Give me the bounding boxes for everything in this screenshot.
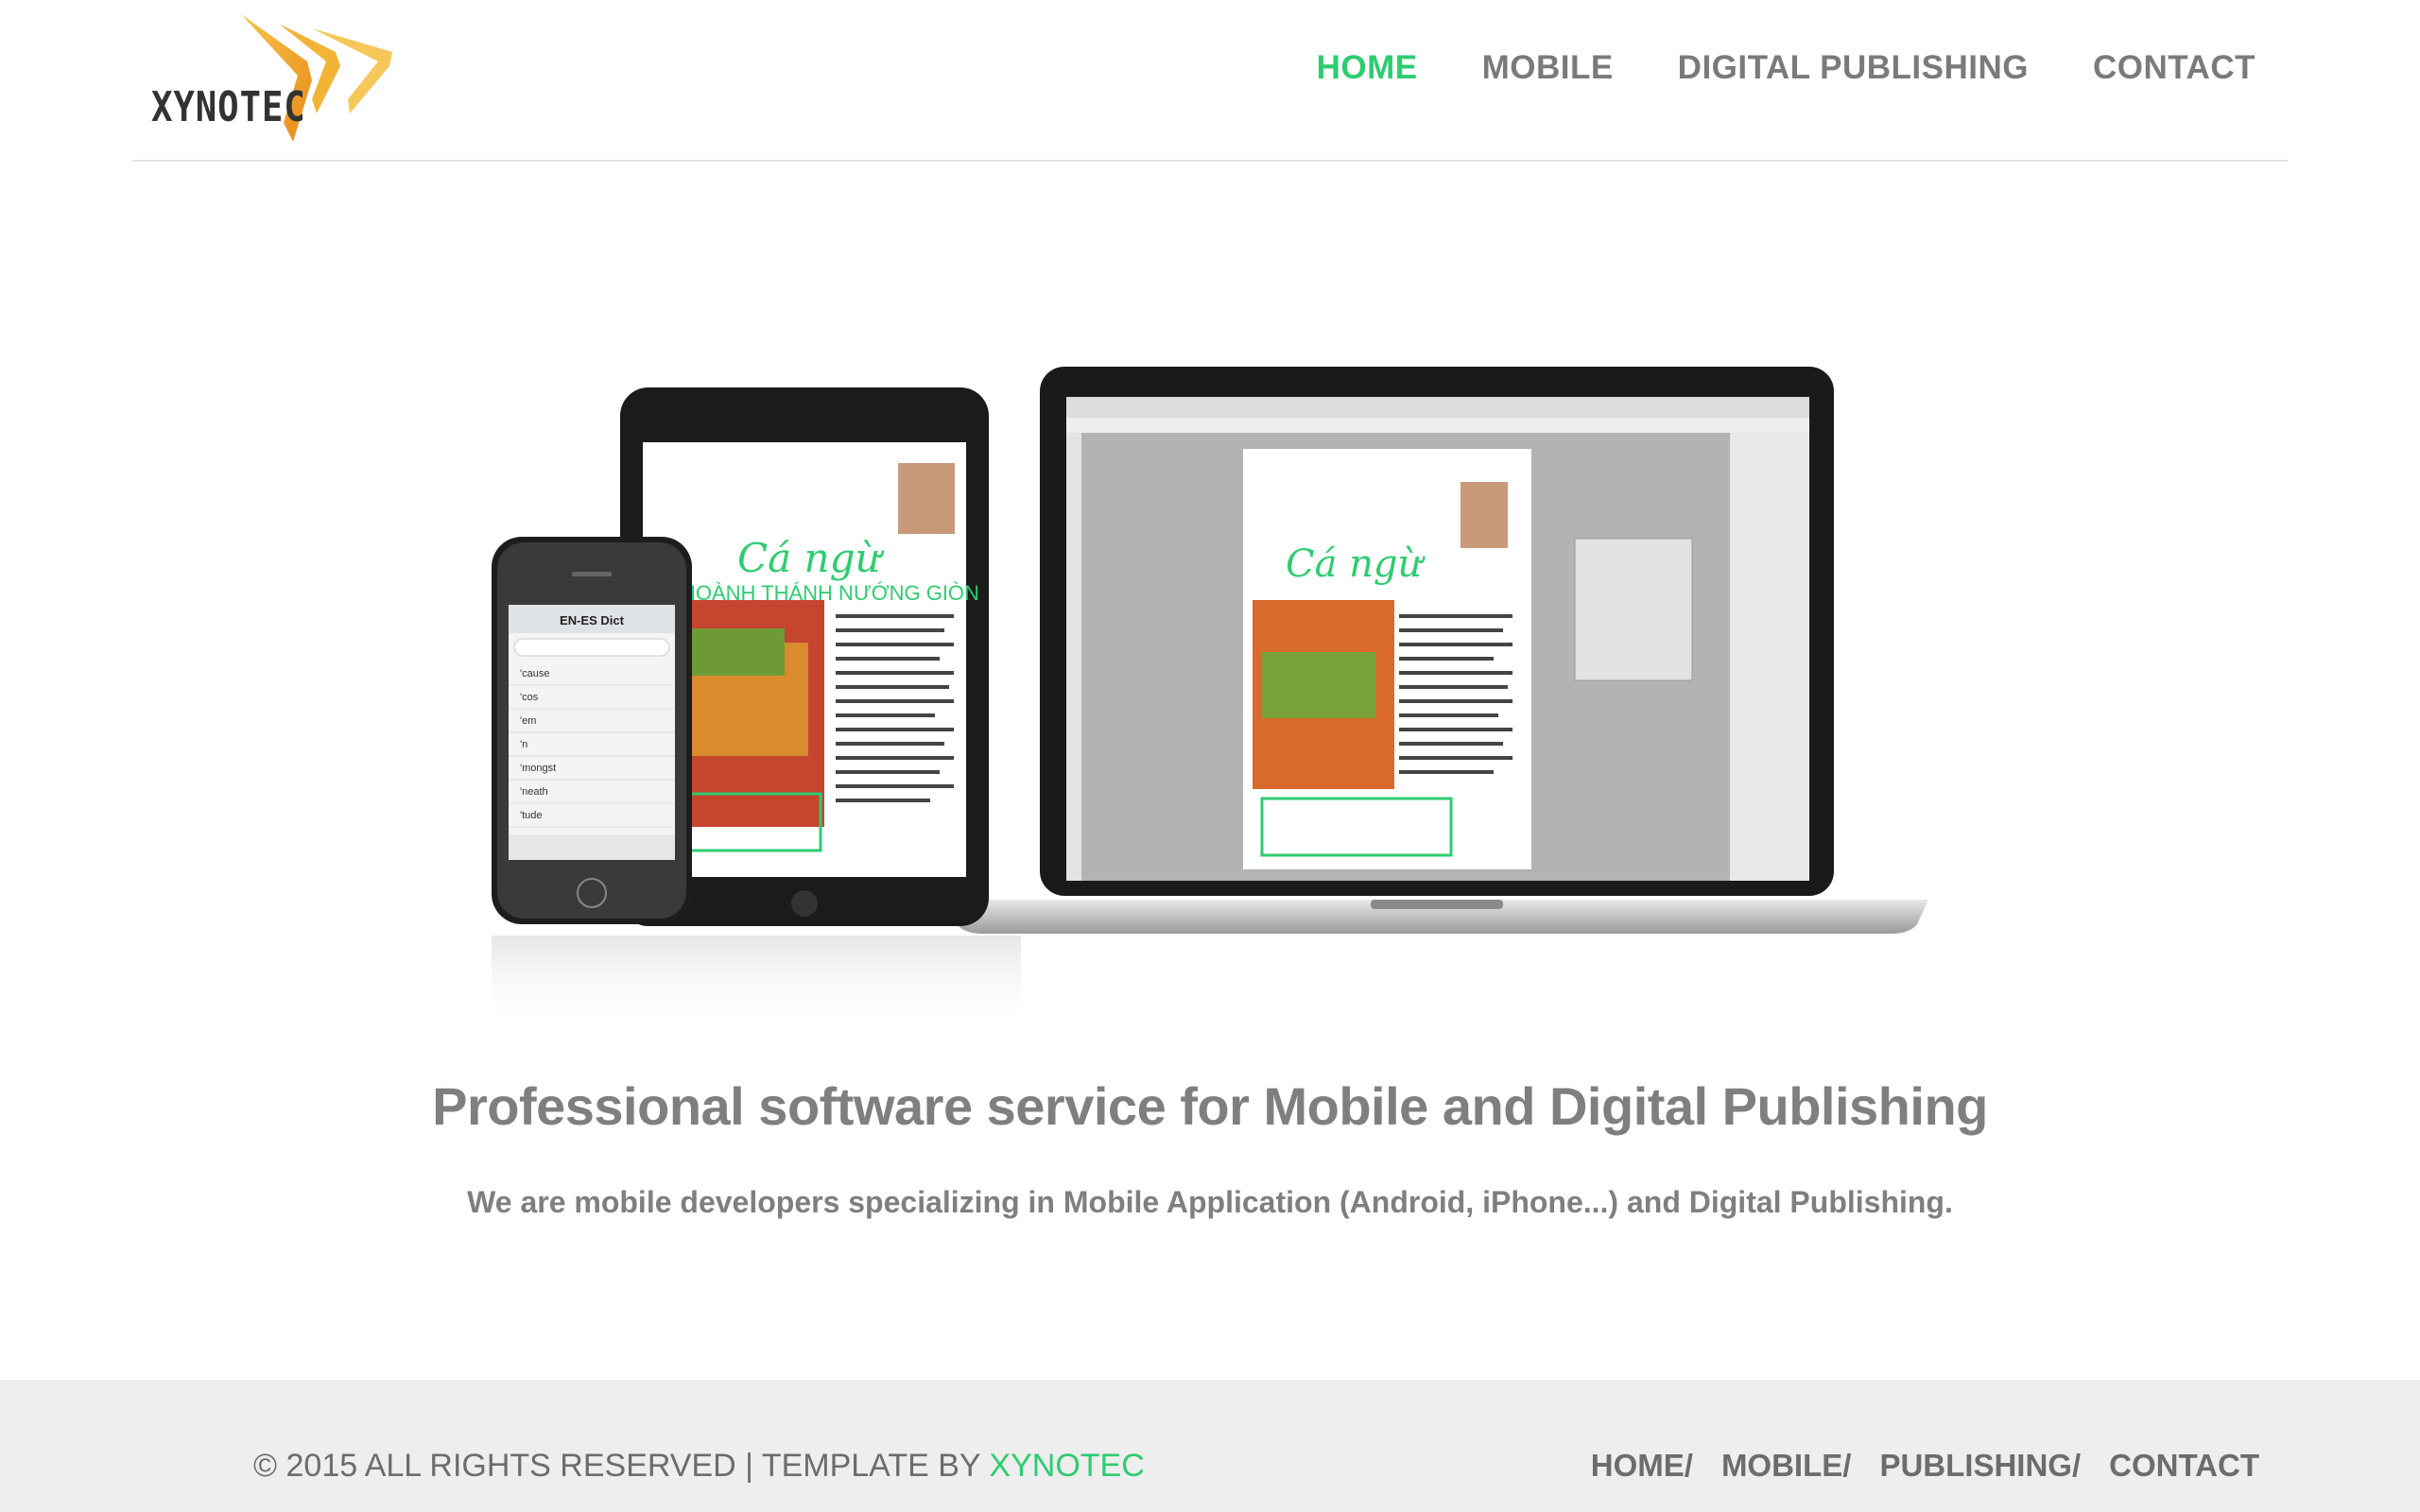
laptop: Cá ngừ [945, 367, 1928, 934]
svg-text:'cos: 'cos [520, 692, 539, 703]
svg-text:'n: 'n [520, 739, 527, 750]
header-divider [132, 160, 2288, 162]
site-logo[interactable]: XYNOTEC [142, 9, 406, 151]
footer-brand-link[interactable]: XYNOTEC [989, 1448, 1144, 1484]
svg-text:'em: 'em [520, 715, 536, 727]
svg-text:Cá ngừ: Cá ngừ [737, 535, 884, 581]
hero-subline: We are mobile developers specializing in… [467, 1185, 1953, 1219]
nav-contact[interactable]: CONTACT [2093, 45, 2256, 91]
footer-link-home[interactable]: HOME/ [1591, 1448, 1693, 1484]
hero-headline: Professional software service for Mobile… [432, 1076, 1988, 1136]
footer-nav: HOME/ MOBILE/ PUBLISHING/ CONTACT [1563, 1448, 2259, 1484]
main-nav: HOME MOBILE DIGITAL PUBLISHING CONTACT [1253, 45, 2256, 91]
svg-text:EN-ES Dict: EN-ES Dict [560, 613, 625, 627]
site-header: XYNOTEC HOME MOBILE DIGITAL PUBLISHING C… [0, 0, 2420, 162]
copyright-label: © 2015 ALL RIGHTS RESERVED | TEMPLATE BY [253, 1448, 980, 1484]
svg-text:Cá ngừ: Cá ngừ [1286, 542, 1426, 586]
svg-text:'mongst: 'mongst [520, 763, 556, 774]
svg-text:'neath: 'neath [520, 786, 548, 798]
svg-text:HOÀNH THÁNH NƯỚNG GIÒN: HOÀNH THÁNH NƯỚNG GIÒN [681, 581, 979, 605]
footer-link-contact[interactable]: CONTACT [2109, 1448, 2259, 1484]
logo-text: XYNOTEC [151, 83, 306, 131]
svg-text:'cause: 'cause [520, 668, 549, 679]
svg-text:'tude: 'tude [520, 810, 543, 821]
devices-mockup-icon: Cá ngừ Cá ngừ HOÀNH THÁNH NƯỚNG GIÒN EN-… [492, 367, 1928, 1030]
nav-home[interactable]: HOME [1317, 45, 1418, 91]
copyright-text: © 2015 ALL RIGHTS RESERVED | TEMPLATE BY… [253, 1448, 1145, 1485]
hero-devices-image: Cá ngừ Cá ngừ HOÀNH THÁNH NƯỚNG GIÒN EN-… [454, 359, 1966, 1040]
nav-digital-publishing[interactable]: DIGITAL PUBLISHING [1678, 45, 2029, 91]
nav-mobile[interactable]: MOBILE [1482, 45, 1614, 91]
footer-link-publishing[interactable]: PUBLISHING/ [1879, 1448, 2081, 1484]
phone: EN-ES Dict 'cause 'cos 'em 'n 'mongst 'n… [492, 537, 692, 924]
footer-link-mobile[interactable]: MOBILE/ [1721, 1448, 1852, 1484]
site-footer: © 2015 ALL RIGHTS RESERVED | TEMPLATE BY… [0, 1380, 2420, 1512]
